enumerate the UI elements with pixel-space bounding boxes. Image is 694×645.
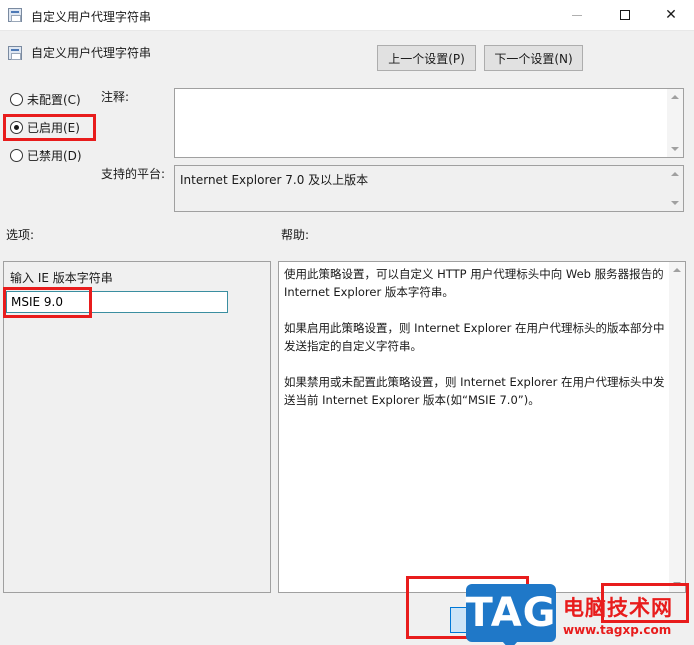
window-title: 自定义用户代理字符串	[31, 10, 152, 24]
watermark-site-name: 电脑技术网	[563, 596, 673, 620]
highlight-box-input	[3, 287, 92, 318]
comment-label: 注释:	[101, 90, 130, 104]
radio-disabled[interactable]: 已禁用(D)	[10, 147, 82, 164]
policy-setting-icon	[8, 46, 22, 60]
minimize-button[interactable]	[554, 0, 600, 30]
help-paragraph: 如果启用此策略设置，则 Internet Explorer 在用户代理标头的版本…	[284, 321, 665, 353]
maximize-icon	[620, 10, 630, 20]
maximize-button[interactable]	[602, 0, 648, 30]
close-button[interactable]: ✕	[648, 0, 694, 30]
ie-version-field-label: 输入 IE 版本字符串	[10, 271, 113, 285]
minimize-icon	[572, 14, 582, 16]
next-setting-button[interactable]: 下一个设置(N)	[484, 45, 583, 71]
policy-name: 自定义用户代理字符串	[31, 46, 152, 60]
help-label: 帮助:	[281, 228, 310, 242]
platform-scrollbar[interactable]	[667, 166, 683, 211]
radio-circle[interactable]	[10, 93, 23, 106]
tag-logo: TAG	[466, 584, 556, 645]
options-label: 选项:	[6, 228, 35, 242]
comment-scrollbar[interactable]	[667, 89, 683, 157]
platform-value: Internet Explorer 7.0 及以上版本	[180, 173, 369, 187]
close-icon: ✕	[665, 7, 677, 23]
previous-setting-button[interactable]: 上一个设置(P)	[377, 45, 476, 71]
radio-label: 未配置(C)	[27, 93, 81, 107]
scroll-up-icon[interactable]	[671, 95, 679, 99]
help-panel: 使用此策略设置，可以自定义 HTTP 用户代理标头中向 Web 服务器报告的 I…	[278, 261, 686, 593]
help-scrollbar[interactable]	[669, 262, 685, 592]
policy-window-icon	[8, 8, 22, 22]
scroll-up-icon[interactable]	[673, 268, 681, 272]
help-paragraph: 如果禁用或未配置此策略设置，则 Internet Explorer 在用户代理标…	[284, 375, 665, 407]
help-text: 使用此策略设置，可以自定义 HTTP 用户代理标头中向 Web 服务器报告的 I…	[284, 265, 668, 427]
scroll-down-icon[interactable]	[671, 201, 679, 205]
scroll-up-icon[interactable]	[671, 172, 679, 176]
radio-not-configured[interactable]: 未配置(C)	[10, 91, 81, 108]
scroll-down-icon[interactable]	[671, 147, 679, 151]
radio-label: 已禁用(D)	[27, 149, 82, 163]
platform-label: 支持的平台:	[101, 167, 166, 181]
help-paragraph: 使用此策略设置，可以自定义 HTTP 用户代理标头中向 Web 服务器报告的 I…	[284, 267, 664, 299]
platform-readonly-box: Internet Explorer 7.0 及以上版本	[174, 165, 684, 212]
watermark-url: www.tagxp.com	[563, 623, 672, 637]
radio-circle[interactable]	[10, 149, 23, 162]
comment-textarea[interactable]	[174, 88, 684, 158]
highlight-box-enabled	[3, 114, 96, 141]
